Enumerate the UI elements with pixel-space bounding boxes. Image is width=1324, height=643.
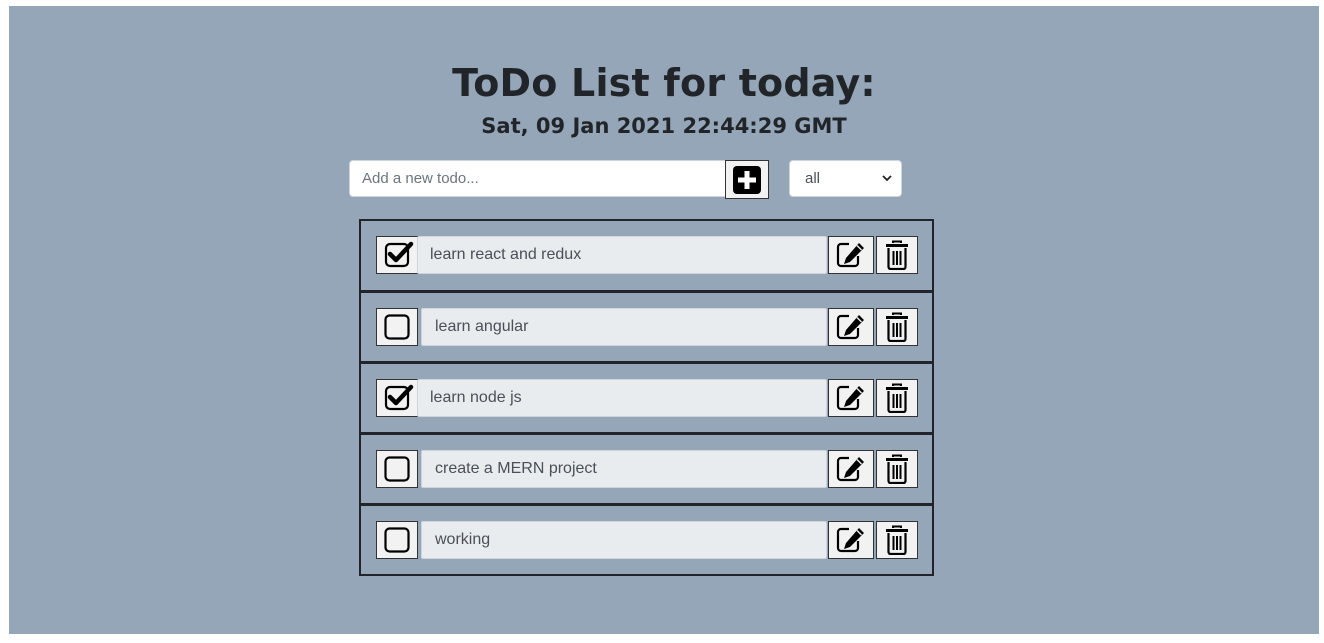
empty-box-icon [384, 314, 410, 340]
delete-todo-button[interactable] [876, 379, 918, 417]
todo-text[interactable]: learn react and redux [417, 236, 827, 274]
pencil-square-icon [836, 314, 864, 340]
todo-item: working [359, 503, 934, 576]
trash-icon [886, 383, 908, 413]
toggle-complete-button[interactable] [376, 236, 422, 274]
trash-icon [886, 525, 908, 555]
filter-select[interactable]: all [789, 160, 902, 197]
toggle-complete-button[interactable] [376, 450, 418, 488]
edit-todo-button[interactable] [828, 308, 874, 346]
edit-todo-button[interactable] [828, 236, 874, 274]
todo-text[interactable]: learn node js [417, 379, 827, 417]
empty-box-icon [384, 527, 410, 553]
todo-text[interactable]: working [421, 521, 827, 559]
toggle-complete-button[interactable] [376, 379, 422, 417]
current-datetime: Sat, 09 Jan 2021 22:44:29 GMT [481, 114, 847, 138]
edit-todo-button[interactable] [828, 379, 874, 417]
plus-square-icon [733, 165, 761, 194]
delete-todo-button[interactable] [876, 236, 918, 274]
todo-item: create a MERN project [359, 432, 934, 505]
todo-app: ToDo List for today: Sat, 09 Jan 2021 22… [9, 6, 1319, 634]
edit-todo-button[interactable] [828, 450, 874, 488]
add-todo-button[interactable] [725, 160, 769, 199]
todo-item: learn react and redux [359, 219, 934, 292]
pencil-square-icon [836, 456, 864, 482]
trash-icon [886, 312, 908, 342]
delete-todo-button[interactable] [876, 450, 918, 488]
todo-item: learn node js [359, 361, 934, 434]
chevron-down-icon [882, 175, 892, 182]
pencil-square-icon [836, 242, 864, 268]
todo-item: learn angular [359, 290, 934, 363]
checked-box-icon [384, 384, 414, 411]
todo-text[interactable]: learn angular [421, 308, 827, 346]
new-todo-input[interactable] [349, 160, 725, 197]
todo-text[interactable]: create a MERN project [421, 450, 827, 488]
delete-todo-button[interactable] [876, 521, 918, 559]
delete-todo-button[interactable] [876, 308, 918, 346]
trash-icon [886, 240, 908, 270]
empty-box-icon [384, 456, 410, 482]
page-title: ToDo List for today: [452, 61, 876, 105]
toggle-complete-button[interactable] [376, 308, 418, 346]
toggle-complete-button[interactable] [376, 521, 418, 559]
pencil-square-icon [836, 385, 864, 411]
todo-list: learn react and redux learn angular lear… [359, 219, 934, 576]
filter-selected-value: all [805, 170, 821, 187]
trash-icon [886, 454, 908, 484]
pencil-square-icon [836, 527, 864, 553]
edit-todo-button[interactable] [828, 521, 874, 559]
checked-box-icon [384, 241, 414, 268]
